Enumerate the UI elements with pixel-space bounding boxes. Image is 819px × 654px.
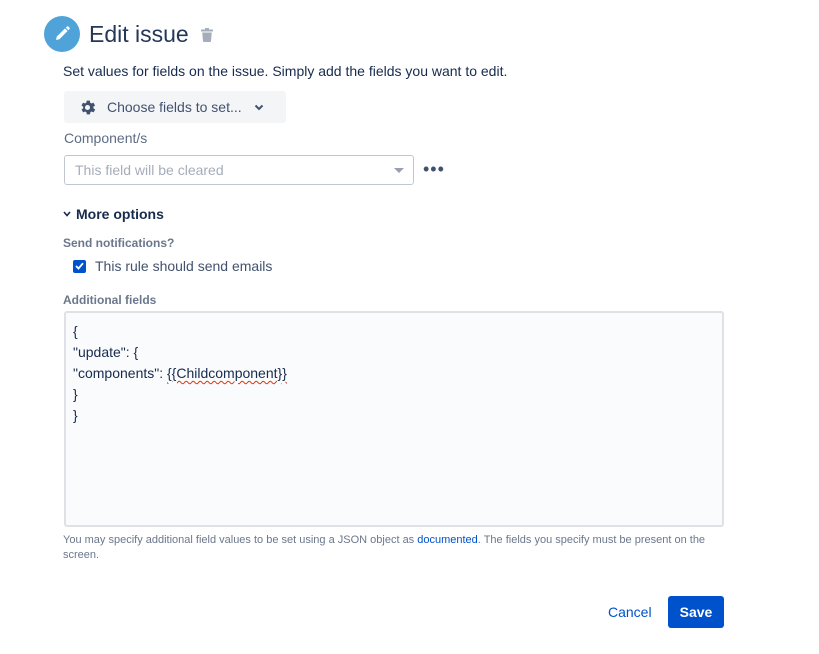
description-text: Set values for fields on the issue. Simp…	[63, 63, 508, 79]
save-button[interactable]: Save	[668, 596, 724, 628]
cancel-button[interactable]: Cancel	[598, 597, 662, 627]
trash-icon[interactable]	[200, 28, 213, 42]
component-select[interactable]: This field will be cleared	[64, 155, 414, 185]
additional-fields-label: Additional fields	[63, 293, 157, 307]
json-key: "components":	[73, 365, 167, 381]
pencil-icon	[44, 16, 80, 52]
more-actions-icon[interactable]: •••	[423, 160, 445, 178]
chevron-down-icon	[254, 104, 264, 111]
component-select-placeholder: This field will be cleared	[75, 162, 224, 178]
documented-link[interactable]: documented	[417, 534, 478, 546]
json-line: {	[73, 323, 78, 339]
dropdown-caret-icon	[394, 167, 404, 173]
additional-fields-textarea[interactable]: { "update": { "components": {{Childcompo…	[64, 311, 724, 527]
gear-icon	[78, 98, 97, 117]
smart-value: {{Childcomponent}}	[167, 365, 287, 381]
component-field-label: Component/s	[64, 130, 148, 146]
send-emails-checkbox[interactable]	[73, 259, 86, 273]
send-emails-label[interactable]: This rule should send emails	[95, 258, 272, 274]
send-notifications-label: Send notifications?	[63, 236, 175, 250]
json-line: }	[73, 407, 78, 423]
json-line: "components": {{Childcomponent}}	[73, 363, 722, 384]
json-line: "update": {	[73, 344, 139, 360]
more-options-label: More options	[76, 206, 164, 222]
help-text: You may specify additional field values …	[63, 534, 418, 546]
page-title: Edit issue	[89, 21, 189, 47]
choose-fields-button[interactable]: Choose fields to set...	[64, 91, 286, 123]
header: Edit issue	[44, 16, 213, 52]
json-line: }	[73, 386, 78, 402]
additional-fields-help: You may specify additional field values …	[63, 533, 728, 563]
more-options-toggle[interactable]: More options	[63, 206, 164, 222]
choose-fields-label: Choose fields to set...	[107, 99, 242, 115]
chevron-down-icon	[63, 211, 71, 217]
send-emails-option: This rule should send emails	[73, 258, 272, 274]
